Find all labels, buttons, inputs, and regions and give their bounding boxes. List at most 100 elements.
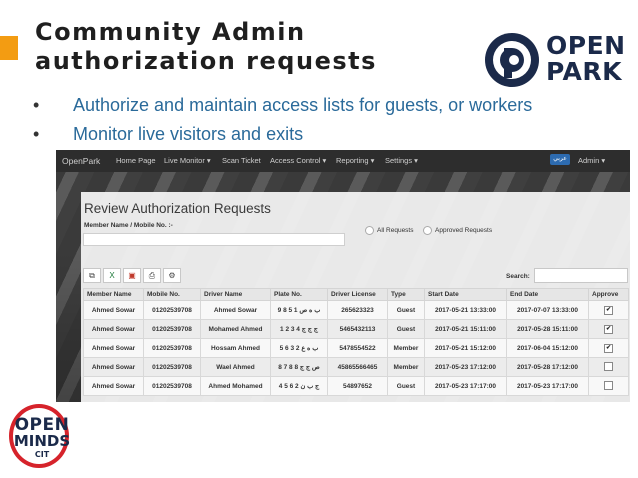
- bullet-list: • Authorize and maintain access lists fo…: [33, 95, 593, 140]
- open-park-wordmark: OPEN PARK: [546, 33, 626, 85]
- approve-checkbox[interactable]: [604, 361, 613, 371]
- column-header[interactable]: Start Date: [424, 288, 507, 301]
- type-cell: Member: [387, 338, 425, 358]
- approve-cell: ✔: [588, 338, 629, 358]
- bullet-text: Monitor live visitors and exits: [73, 124, 304, 140]
- plate-cell: 9 8 5 1 ب ه ص: [270, 300, 328, 320]
- approved-requests-label: Approved Requests: [435, 227, 493, 234]
- start-date-cell: 2017-05-23 17:17:00: [424, 376, 507, 396]
- column-header[interactable]: Mobile No.: [143, 288, 201, 301]
- print-icon[interactable]: ⎙: [143, 268, 161, 283]
- type-cell: Guest: [387, 300, 425, 320]
- license-cell: 45865566465: [327, 357, 388, 377]
- table-row: Ahmed Sowar 01202539708 Wael Ahmed 8 7 8…: [83, 357, 629, 377]
- column-header[interactable]: End Date: [506, 288, 589, 301]
- plate-cell: 4 5 6 2 ج ب ن: [270, 376, 328, 396]
- columns-icon[interactable]: ⚙: [163, 268, 181, 283]
- approve-checkbox[interactable]: [604, 380, 613, 390]
- bullet-item: • Monitor live visitors and exits: [33, 124, 593, 140]
- approve-cell: [588, 357, 629, 377]
- start-date-cell: 2017-05-21 13:33:00: [424, 300, 507, 320]
- excel-icon[interactable]: X: [103, 268, 121, 283]
- nav-item-settings[interactable]: Settings ▾: [385, 150, 418, 172]
- nav-item-reporting[interactable]: Reporting ▾: [336, 150, 374, 172]
- all-requests-label: All Requests: [377, 227, 414, 234]
- open-minds-line-3: CIT: [34, 450, 50, 459]
- column-header[interactable]: Driver Name: [200, 288, 271, 301]
- slide-title-line-1: Community Admin: [35, 18, 306, 46]
- end-date-cell: 2017-05-28 17:12:00: [506, 357, 589, 377]
- column-header[interactable]: Type: [387, 288, 425, 301]
- mobile-cell: 01202539708: [143, 300, 201, 320]
- type-cell: Member: [387, 357, 425, 377]
- approve-cell: [588, 376, 629, 396]
- column-header[interactable]: Plate No.: [270, 288, 328, 301]
- table-search-label: Search:: [506, 273, 530, 280]
- open-park-line-2: PARK: [546, 57, 622, 86]
- plate-cell: 5 6 3 2 ب ه ع: [270, 338, 328, 358]
- member-name-cell: Ahmed Sowar: [83, 357, 144, 377]
- end-date-cell: 2017-07-07 13:33:00: [506, 300, 589, 320]
- license-cell: 265623323: [327, 300, 388, 320]
- mobile-cell: 01202539708: [143, 376, 201, 396]
- approved-requests-radio[interactable]: [423, 226, 432, 235]
- member-name-cell: Ahmed Sowar: [83, 319, 144, 339]
- member-search-input[interactable]: [83, 233, 345, 246]
- mobile-cell: 01202539708: [143, 319, 201, 339]
- license-cell: 54897652: [327, 376, 388, 396]
- bullet-marker: •: [33, 124, 40, 140]
- bullet-text: Authorize and maintain access lists for …: [73, 95, 533, 115]
- open-minds-logo: OPEN MINDS CIT: [6, 404, 78, 474]
- table-row: Ahmed Sowar 01202539708 Hossam Ahmed 5 6…: [83, 338, 629, 358]
- mobile-cell: 01202539708: [143, 338, 201, 358]
- accent-bar: [0, 36, 18, 60]
- slide-title-line-2: authorization requests: [35, 47, 377, 75]
- approve-checkbox[interactable]: ✔: [604, 305, 613, 315]
- column-header[interactable]: Approve: [588, 288, 629, 301]
- driver-name-cell: Ahmed Mohamed: [200, 376, 271, 396]
- mobile-cell: 01202539708: [143, 357, 201, 377]
- approve-cell: ✔: [588, 300, 629, 320]
- nav-item-live-monitor[interactable]: Live Monitor ▾: [164, 150, 211, 172]
- end-date-cell: 2017-06-04 15:12:00: [506, 338, 589, 358]
- requests-table: Member Name Mobile No. Driver Name Plate…: [83, 288, 629, 396]
- table-row: Ahmed Sowar 01202539708 Ahmed Sowar 9 8 …: [83, 300, 629, 320]
- plate-cell: 1 2 3 4 ج ج ج: [270, 319, 328, 339]
- approve-checkbox[interactable]: ✔: [604, 343, 613, 353]
- driver-name-cell: Mohamed Ahmed: [200, 319, 271, 339]
- member-name-cell: Ahmed Sowar: [83, 376, 144, 396]
- table-header-row: Member Name Mobile No. Driver Name Plate…: [83, 288, 629, 301]
- type-cell: Guest: [387, 376, 425, 396]
- language-button[interactable]: عربي: [550, 154, 570, 165]
- all-requests-radio[interactable]: [365, 226, 374, 235]
- driver-name-cell: Wael Ahmed: [200, 357, 271, 377]
- member-name-cell: Ahmed Sowar: [83, 300, 144, 320]
- start-date-cell: 2017-05-21 15:12:00: [424, 338, 507, 358]
- type-cell: Guest: [387, 319, 425, 339]
- driver-name-cell: Hossam Ahmed: [200, 338, 271, 358]
- column-header[interactable]: Member Name: [83, 288, 144, 301]
- plate-cell: 8 7 8 8 ص ج ج: [270, 357, 328, 377]
- bullet-item: • Authorize and maintain access lists fo…: [33, 95, 593, 116]
- open-park-logo: OPEN PARK: [482, 30, 625, 90]
- slide-title: Community Admin authorization requests: [35, 18, 455, 76]
- navbar-brand[interactable]: OpenPark: [62, 150, 100, 172]
- user-menu[interactable]: Admin ▾: [578, 150, 605, 172]
- approve-checkbox[interactable]: ✔: [604, 324, 613, 334]
- nav-item-access-control[interactable]: Access Control ▾: [270, 150, 326, 172]
- start-date-cell: 2017-05-21 15:11:00: [424, 319, 507, 339]
- pdf-icon[interactable]: ▣: [123, 268, 141, 283]
- license-cell: 5478554522: [327, 338, 388, 358]
- nav-item-home[interactable]: Home Page: [116, 150, 156, 172]
- bullet-marker: •: [33, 95, 40, 115]
- nav-item-scan-ticket[interactable]: Scan Ticket: [222, 150, 261, 172]
- copy-icon[interactable]: ⧉: [83, 268, 101, 283]
- member-name-cell: Ahmed Sowar: [83, 338, 144, 358]
- member-search-label: Member Name / Mobile No. :-: [84, 222, 173, 229]
- open-park-mark-icon: [485, 33, 539, 87]
- table-search-input[interactable]: [534, 268, 628, 283]
- column-header[interactable]: Driver License: [327, 288, 388, 301]
- panel-title: Review Authorization Requests: [84, 201, 271, 216]
- open-minds-line-2: MINDS: [13, 432, 71, 450]
- review-panel: Review Authorization Requests Member Nam…: [81, 192, 630, 402]
